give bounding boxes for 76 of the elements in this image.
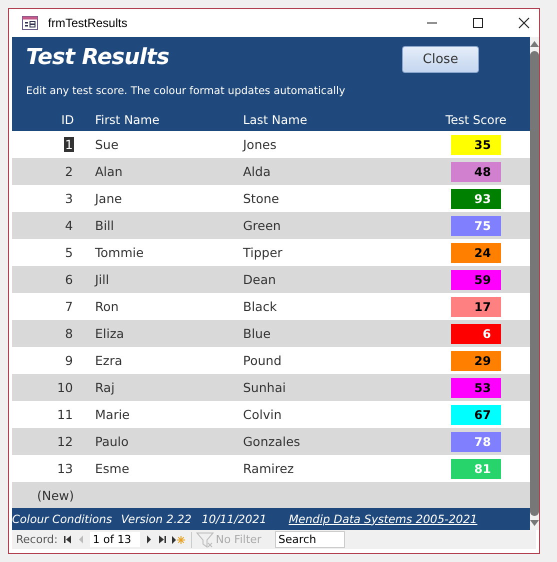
first-name-cell[interactable]: Eliza (74, 326, 242, 341)
funnel-icon (196, 532, 214, 548)
last-name-cell[interactable]: Alda (242, 164, 421, 179)
id-cell[interactable]: 8 (64, 326, 74, 341)
id-cell[interactable]: 2 (64, 164, 74, 179)
id-cell[interactable]: 3 (64, 191, 74, 206)
close-icon[interactable] (518, 17, 530, 29)
filter-label: No Filter (216, 533, 262, 546)
instructions-text: Edit any test score. The colour format updates automatically (25, 84, 346, 99)
score-cell[interactable]: 35 (451, 134, 501, 154)
first-name-cell[interactable]: Jane (74, 191, 242, 206)
first-name-cell[interactable]: Paulo (74, 434, 242, 449)
copyright-link[interactable]: Mendip Data Systems 2005-2021 (288, 512, 478, 526)
column-header: ID (60, 113, 74, 127)
column-header: Test Score (444, 113, 508, 127)
last-name-cell[interactable]: Blue (242, 326, 421, 341)
score-cell[interactable]: 59 (451, 270, 501, 290)
score-cell[interactable]: 6 (451, 324, 501, 344)
last-name-cell[interactable]: Ramirez (242, 461, 421, 476)
last-record-icon[interactable] (158, 535, 166, 544)
new-record-icon[interactable] (172, 534, 185, 544)
id-cell[interactable]: 7 (64, 299, 74, 314)
score-cell[interactable]: 24 (451, 242, 501, 262)
id-cell[interactable]: 13 (56, 461, 74, 476)
form-title: Test Results (26, 44, 170, 70)
version-text: Version 2.22 (121, 512, 192, 526)
score-cell[interactable]: 17 (451, 296, 501, 316)
next-record-icon[interactable] (146, 535, 152, 544)
id-cell[interactable]: 10 (56, 380, 74, 395)
first-name-cell[interactable]: Sue (74, 137, 242, 152)
window-title: frmTestResults (48, 16, 128, 30)
score-cell[interactable]: 93 (451, 188, 501, 208)
app-name: Colour Conditions (12, 512, 112, 526)
first-name-cell[interactable]: Raj (74, 380, 242, 395)
last-name-cell[interactable]: Jones (242, 137, 421, 152)
maximize-icon[interactable] (472, 17, 484, 29)
last-name-cell[interactable]: Tipper (242, 245, 421, 260)
search-field[interactable]: Search (275, 531, 346, 548)
score-cell[interactable]: 67 (451, 404, 501, 424)
record-number-field[interactable]: 1 of 13 (90, 532, 140, 547)
first-name-cell[interactable]: Tommie (74, 245, 242, 260)
first-name-cell[interactable]: Ron (74, 299, 242, 314)
last-name-cell[interactable]: Stone (242, 191, 421, 206)
id-cell[interactable]: 1 (64, 137, 74, 152)
date-text: 10/11/2021 (202, 512, 267, 526)
column-header: First Name (94, 113, 160, 127)
column-header: Last Name (242, 113, 308, 127)
form-icon (22, 16, 38, 30)
record-label: Record: (16, 533, 58, 546)
id-cell[interactable]: 4 (64, 218, 74, 233)
new-record-label[interactable]: (New) (36, 488, 74, 502)
last-name-cell[interactable]: Colvin (242, 407, 421, 422)
last-name-cell[interactable]: Green (242, 218, 421, 233)
id-cell[interactable]: 9 (64, 353, 74, 368)
first-name-cell[interactable]: Bill (74, 218, 242, 233)
first-name-cell[interactable]: Alan (74, 164, 242, 179)
first-name-cell[interactable]: Esme (74, 461, 242, 476)
last-name-cell[interactable]: Pound (242, 353, 421, 368)
id-cell[interactable]: 5 (64, 245, 74, 260)
scroll-up-icon[interactable] (530, 41, 539, 47)
score-cell[interactable]: 48 (451, 162, 501, 182)
last-name-cell[interactable]: Black (242, 299, 421, 314)
last-name-cell[interactable]: Dean (242, 272, 421, 287)
last-name-cell[interactable]: Gonzales (242, 434, 421, 449)
id-cell[interactable]: 11 (56, 407, 74, 422)
id-cell[interactable]: 6 (64, 272, 74, 287)
scroll-down-icon[interactable] (530, 520, 539, 526)
id-cell[interactable]: 12 (56, 434, 74, 449)
close-button[interactable]: Close (402, 46, 479, 72)
score-cell[interactable]: 53 (451, 378, 501, 398)
first-name-cell[interactable]: Marie (74, 407, 242, 422)
last-name-cell[interactable]: Sunhai (242, 380, 421, 395)
first-record-icon[interactable] (64, 535, 72, 544)
first-name-cell[interactable]: Ezra (74, 353, 242, 368)
score-cell[interactable]: 29 (451, 350, 501, 370)
first-name-cell[interactable]: Jill (74, 272, 242, 287)
